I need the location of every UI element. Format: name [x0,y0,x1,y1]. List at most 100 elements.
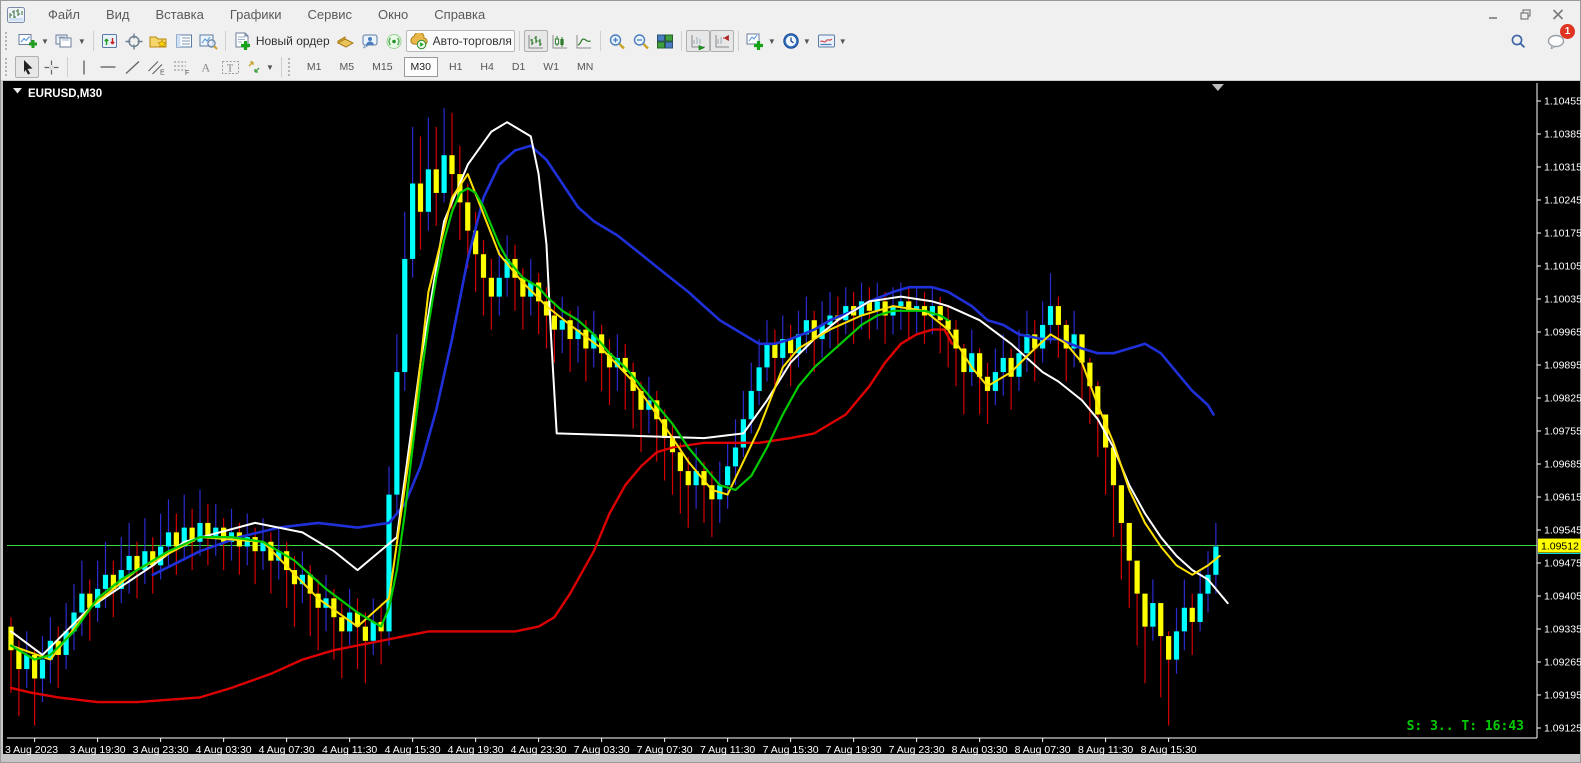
chevron-down-icon[interactable]: ▼ [768,37,776,46]
notifications-icon[interactable]: 1 [1544,30,1568,52]
arrows-button[interactable]: ▼ [243,56,277,78]
new-chart-button[interactable]: ▼ [15,30,52,52]
toolbar-grip[interactable] [5,58,11,76]
candle-body [394,372,399,495]
profiles-button[interactable]: ▼ [52,30,89,52]
candle-body [1150,603,1155,627]
menu-файл[interactable]: Файл [35,3,93,26]
equidistant-channel-button[interactable]: E [144,56,169,78]
menu-вид[interactable]: Вид [93,3,143,26]
menu-окно[interactable]: Окно [365,3,421,26]
mql5-community-button[interactable] [358,30,382,52]
candle-body [678,452,683,471]
time-axis-label: 7 Aug 19:30 [826,744,882,756]
autotrading-button[interactable]: Авто-торговля [406,30,515,52]
timeframe-h4[interactable]: H4 [473,57,500,77]
line-chart-button[interactable] [572,30,596,52]
price-axis-label: 1.10455 [1544,96,1581,108]
fibonacci-button[interactable]: F [169,56,194,78]
price-axis-label: 1.09475 [1544,558,1581,570]
chevron-down-icon[interactable]: ▼ [803,37,811,46]
text-icon: A [199,59,214,75]
candles-chart-button[interactable] [548,30,572,52]
crosshair-button[interactable] [39,56,63,78]
bars-chart-button[interactable] [524,30,548,52]
candle-body [1182,608,1187,632]
close-button[interactable] [1550,8,1566,22]
auto-scroll-button[interactable] [686,30,710,52]
candle-body [686,471,691,485]
chevron-down-icon[interactable]: ▼ [839,37,847,46]
time-axis-label: 7 Aug 23:30 [889,744,945,756]
price-axis-label: 1.10105 [1544,261,1581,273]
timeframe-m5[interactable]: M5 [333,57,362,77]
chart-plot-background[interactable] [3,81,1580,754]
periods-button[interactable]: ▼ [779,30,814,52]
toolbar-separator [681,31,682,51]
tile-windows-button[interactable] [653,30,677,52]
chevron-down-icon[interactable]: ▼ [78,37,86,46]
chevron-down-icon[interactable]: ▼ [41,37,49,46]
new-order-button[interactable]: Новый ордер [230,30,333,52]
time-axis-label: 8 Aug 07:30 [1015,744,1071,756]
terminal-button[interactable] [172,30,196,52]
toolbar-grip[interactable] [5,32,11,50]
menu-сервис[interactable]: Сервис [295,3,366,26]
signals-icon [385,33,403,50]
time-axis-label: 4 Aug 03:30 [196,744,252,756]
zoom-in-button[interactable] [605,30,629,52]
timeframe-m15[interactable]: M15 [365,57,399,77]
chart-symbol-label: EURUSD,M30 [28,88,102,100]
candle-body [1127,523,1132,561]
candle-body [166,532,171,546]
vertical-line-button[interactable] [72,56,96,78]
menu-вставка[interactable]: Вставка [143,3,217,26]
text-button[interactable]: A [194,56,218,78]
timeframe-d1[interactable]: D1 [505,57,532,77]
strategy-tester-button[interactable] [196,30,221,52]
price-axis-label: 1.10035 [1544,294,1581,306]
menu-графики[interactable]: Графики [217,3,295,26]
candle-body [1158,603,1163,636]
indicator-status-text: S: 3.. T: 16:43 [1407,719,1524,734]
data-window-button[interactable] [122,30,146,52]
price-axis-label: 1.09825 [1544,393,1581,405]
templates-button[interactable]: ▼ [814,30,850,52]
trendline-button[interactable] [120,56,144,78]
candle-body [434,169,439,193]
candle-body [1056,306,1061,325]
zoom-out-button[interactable] [629,30,653,52]
chart-shift-button[interactable] [710,30,734,52]
templates-icon [817,33,836,49]
time-axis-label: 4 Aug 15:30 [385,744,441,756]
time-axis-label: 8 Aug 11:30 [1078,744,1133,756]
candle-body [410,184,415,259]
cursor-button[interactable] [15,56,39,78]
navigator-button[interactable] [146,30,172,52]
timeframe-w1[interactable]: W1 [536,57,566,77]
price-axis-label: 1.09545 [1544,525,1581,537]
timeframe-h1[interactable]: H1 [442,57,469,77]
restore-button[interactable] [1518,8,1534,22]
signals-button[interactable] [382,30,406,52]
chart-shift-icon [713,33,731,50]
autotrading-icon [409,33,429,50]
metaeditor-button[interactable] [333,30,358,52]
candle-body [253,537,258,551]
minimize-button[interactable] [1486,8,1502,22]
timeframe-m1[interactable]: M1 [300,57,329,77]
indicators-button[interactable]: ▼ [743,30,779,52]
chevron-down-icon[interactable]: ▼ [266,63,274,72]
timeframe-mn[interactable]: MN [570,57,600,77]
horizontal-line-button[interactable] [96,56,120,78]
market-watch-button[interactable] [98,30,122,52]
timeframe-m30[interactable]: M30 [404,57,438,77]
chart-area[interactable]: 1.104551.103851.103151.102451.101751.101… [1,81,1580,762]
time-axis-label: 4 Aug 11:30 [322,744,377,756]
text-label-button[interactable]: T [218,56,243,78]
menu-справка[interactable]: Справка [421,3,498,26]
search-icon[interactable] [1506,30,1530,52]
candle-body [426,169,431,211]
toolbar-grip[interactable] [288,58,294,76]
candle-body [938,306,943,320]
